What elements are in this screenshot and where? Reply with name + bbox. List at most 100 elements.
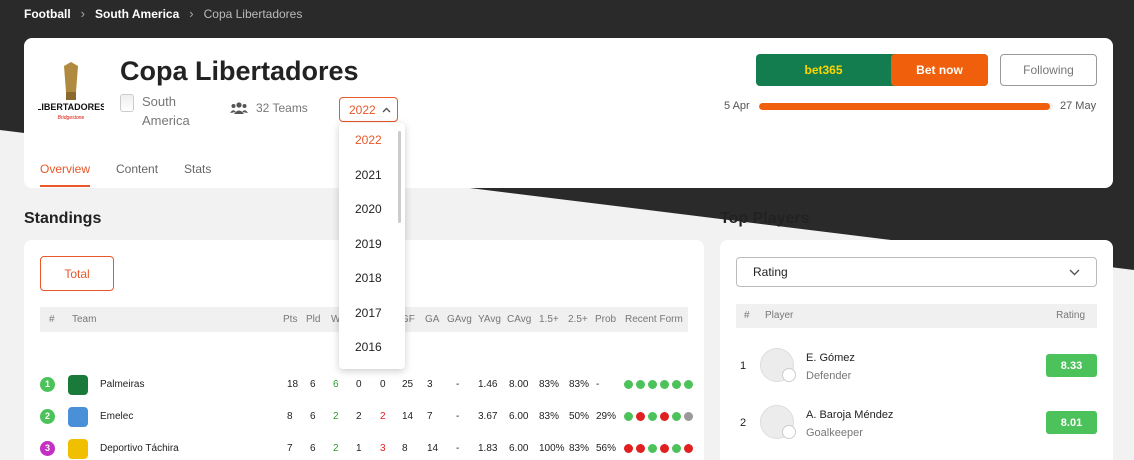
team-name[interactable]: Deportivo Táchira: [100, 433, 179, 460]
rank-badge: 1: [40, 377, 55, 392]
tab-content[interactable]: Content: [116, 162, 158, 187]
col-recent-form[interactable]: Recent Form: [625, 307, 683, 332]
col-w-cell: 2: [333, 443, 339, 454]
team-name[interactable]: Emelec: [100, 401, 133, 433]
recent-form: [624, 412, 693, 421]
col-over25[interactable]: 2.5+: [568, 307, 588, 332]
svg-text:Bridgestone: Bridgestone: [58, 115, 85, 121]
bet365-button[interactable]: bet365 Bet now: [756, 54, 988, 86]
tab-overview[interactable]: Overview: [40, 162, 91, 187]
col-prob-cell: -: [596, 379, 600, 390]
season-option[interactable]: 2016: [339, 330, 405, 365]
form-dot[interactable]: [660, 412, 669, 421]
players-header: # Player Rating: [736, 304, 1097, 328]
table-row[interactable]: 3 Deportivo Táchira 7 6 2 1 3 8 14 - 1.83 6.00 100% 8…: [40, 433, 693, 460]
col-ga[interactable]: GA: [425, 307, 439, 332]
col-team[interactable]: Team: [72, 307, 96, 332]
form-dot[interactable]: [636, 380, 645, 389]
player-row[interactable]: 1 E. Gómez Defender 8.33: [736, 340, 1097, 395]
season-end-date: 27 May: [1060, 100, 1097, 112]
form-dot[interactable]: [672, 412, 681, 421]
season-select[interactable]: 2022: [339, 97, 398, 122]
team-name[interactable]: Palmeiras: [100, 369, 144, 401]
season-option[interactable]: 2018: [339, 261, 405, 296]
col-ga-cell: 14: [427, 443, 439, 454]
bet-now-button[interactable]: Bet now: [891, 54, 988, 86]
col-pts-cell: 7: [287, 443, 293, 454]
league-header-card: LIBERTADORES Bridgestone Copa Libertador…: [24, 38, 1113, 188]
form-dot[interactable]: [624, 412, 633, 421]
breadcrumb-south-america[interactable]: South America: [95, 7, 179, 21]
table-row[interactable]: 1 Palmeiras 18 6 6 0 0 25 3-1.46 8.00 83% 83% -: [40, 369, 693, 401]
col-pts-cell: 8: [287, 411, 293, 422]
player-name[interactable]: A. Baroja Méndez: [806, 409, 893, 421]
form-dot[interactable]: [684, 444, 693, 453]
col-cavg-cell: 6.00: [509, 443, 529, 454]
season-option[interactable]: 2022: [339, 123, 405, 158]
form-dot[interactable]: [636, 412, 645, 421]
col-w-cell: 6: [333, 379, 339, 390]
metric-value: Rating: [753, 265, 788, 279]
col-l-cell: 2: [380, 411, 386, 422]
player-name[interactable]: E. Gómez: [806, 352, 855, 364]
breadcrumb-football[interactable]: Football: [24, 7, 71, 21]
col-pld[interactable]: Pld: [306, 307, 320, 332]
col-gavg-cell: -: [456, 443, 460, 454]
season-progress-bar: [759, 103, 1053, 110]
form-dot[interactable]: [648, 444, 657, 453]
form-dot[interactable]: [636, 444, 645, 453]
breadcrumb: Football › South America › Copa Libertad…: [24, 6, 302, 21]
col-ga-cell: 3: [427, 379, 433, 390]
chevron-up-icon: [382, 107, 391, 112]
season-dropdown-menu: 2022 2021 2020 2019 2018 2017 2016: [339, 123, 405, 369]
col-ga-cell: 7: [427, 411, 433, 422]
form-dot[interactable]: [648, 412, 657, 421]
season-option[interactable]: 2020: [339, 192, 405, 227]
col-prob[interactable]: Prob: [595, 307, 616, 332]
club-badge-icon: [782, 368, 796, 382]
col-cavg[interactable]: CAvg: [507, 307, 531, 332]
col-gf-cell: 8: [402, 443, 408, 454]
metric-select[interactable]: Rating: [736, 257, 1097, 287]
table-row[interactable]: 2 Emelec 8 6 2 2 2 14 7 - 3.67 6.00 83% 50% 29%: [40, 401, 693, 433]
top-players-title: Top Players: [720, 210, 810, 227]
col-yavg[interactable]: YAvg: [478, 307, 501, 332]
dropdown-scrollbar[interactable]: [398, 131, 401, 223]
form-dot[interactable]: [672, 380, 681, 389]
season-value: 2022: [349, 102, 376, 117]
season-option[interactable]: 2017: [339, 296, 405, 331]
player-position: Defender: [806, 370, 852, 382]
following-button[interactable]: Following: [1000, 54, 1097, 86]
col-cavg-cell: 6.00: [509, 411, 529, 422]
form-dot[interactable]: [624, 444, 633, 453]
season-option[interactable]: 2021: [339, 158, 405, 193]
col-over15[interactable]: 1.5+: [539, 307, 559, 332]
total-filter-button[interactable]: Total: [40, 256, 114, 291]
people-icon: [230, 102, 248, 114]
col-over25-cell: 50%: [569, 411, 590, 422]
form-dot[interactable]: [684, 380, 693, 389]
col-over15-cell: 100%: [539, 443, 565, 454]
form-dot[interactable]: [660, 444, 669, 453]
player-rank: 1: [740, 360, 747, 372]
col-pts[interactable]: Pts: [283, 307, 297, 332]
season-option[interactable]: 2019: [339, 227, 405, 262]
col-over25-cell: 83%: [569, 443, 590, 454]
col-yavg-cell: 3.67: [478, 411, 498, 422]
col-gavg[interactable]: GAvg: [447, 307, 472, 332]
league-region[interactable]: South America: [120, 92, 202, 130]
col-w-cell: 2: [333, 411, 339, 422]
col-rank[interactable]: #: [49, 307, 55, 332]
tab-stats[interactable]: Stats: [184, 162, 211, 187]
col-over15-cell: 83%: [539, 379, 560, 390]
player-row[interactable]: 2 A. Baroja Méndez Goalkeeper 8.01: [736, 397, 1097, 452]
form-dot[interactable]: [648, 380, 657, 389]
form-dot[interactable]: [624, 380, 633, 389]
form-dot[interactable]: [684, 412, 693, 421]
col-yavg-cell: 1.83: [478, 443, 498, 454]
form-dot[interactable]: [672, 444, 681, 453]
form-dot[interactable]: [660, 380, 669, 389]
league-logo: LIBERTADORES Bridgestone: [38, 62, 104, 121]
col-cavg-cell: 8.00: [509, 379, 529, 390]
recent-form: [624, 444, 693, 453]
